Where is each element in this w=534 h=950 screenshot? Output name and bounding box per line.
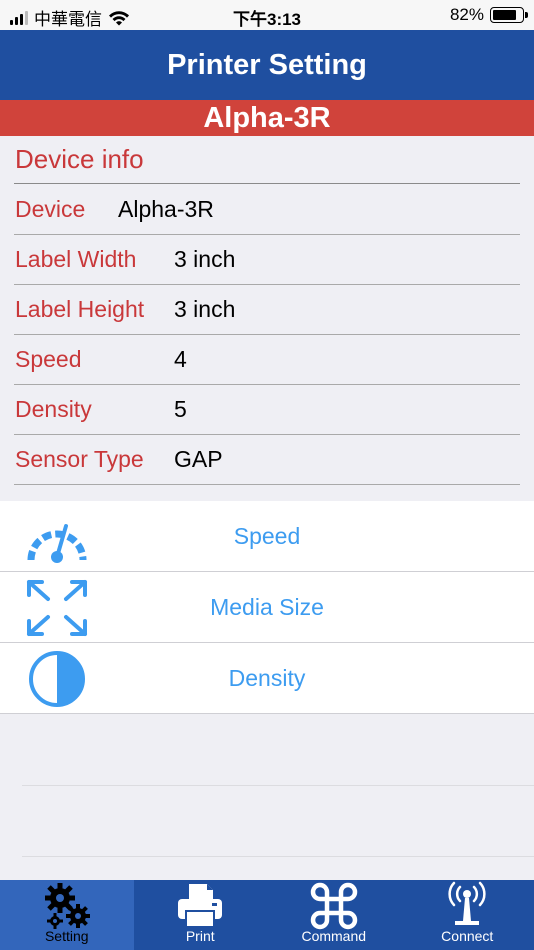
menu-item-media-size[interactable]: Media Size (0, 572, 534, 643)
menu-item-label: Media Size (210, 594, 324, 620)
info-row-sensor-type: Sensor Type GAP (14, 435, 520, 485)
info-label: Speed (15, 346, 82, 372)
model-name: Alpha-3R (203, 101, 331, 134)
tab-label: Command (301, 928, 367, 944)
settings-menu: Speed Media Size Density (0, 501, 534, 714)
battery-icon (490, 7, 528, 23)
status-right: 82% (449, 5, 528, 25)
menu-item-label: Density (228, 665, 306, 691)
info-row-device: Device Alpha-3R (14, 185, 520, 235)
info-row-label-height: Label Height 3 inch (14, 285, 520, 335)
info-value: Alpha-3R (118, 196, 214, 222)
tab-label: Connect (441, 928, 494, 944)
info-label: Device (15, 196, 86, 222)
info-value: 5 (174, 396, 187, 422)
command-key-icon (310, 882, 357, 930)
divider (14, 183, 520, 184)
status-bar: 中華電信 下午3:13 82% (0, 0, 534, 30)
battery-percent: 82% (449, 5, 484, 24)
info-label: Sensor Type (15, 446, 144, 472)
info-row-label-width: Label Width 3 inch (14, 235, 520, 285)
antenna-icon (448, 881, 486, 925)
battery-fill (493, 10, 516, 20)
tab-label: Print (185, 928, 215, 944)
info-row-density: Density 5 (14, 385, 520, 435)
menu-item-label: Speed (233, 523, 301, 549)
tab-print[interactable]: Print (134, 880, 268, 950)
model-banner: Alpha-3R (0, 100, 534, 136)
tab-command[interactable]: Command (267, 880, 401, 950)
divider (22, 856, 534, 857)
divider (22, 785, 534, 786)
info-label: Density (15, 396, 92, 422)
info-row-speed: Speed 4 (14, 335, 520, 385)
page-title: Printer Setting (167, 48, 367, 81)
printer-icon (178, 884, 223, 928)
device-info-title: Device info (15, 144, 144, 174)
info-label: Label Width (15, 246, 137, 272)
nav-bar: Printer Setting (0, 30, 534, 100)
tab-bar: Setting Print Command Connect (0, 880, 534, 950)
tab-connect[interactable]: Connect (401, 880, 534, 950)
menu-item-density[interactable]: Density (0, 643, 534, 714)
info-value: 3 inch (174, 296, 236, 322)
info-value: GAP (174, 446, 223, 472)
menu-item-speed[interactable]: Speed (0, 501, 534, 572)
info-label: Label Height (15, 296, 145, 322)
tab-setting[interactable]: Setting (0, 880, 134, 950)
device-info-section: Device info Device Alpha-3R Label Width … (0, 136, 534, 486)
info-value: 4 (174, 346, 187, 372)
tab-label: Setting (44, 928, 89, 944)
info-value: 3 inch (174, 246, 236, 272)
gears-icon (44, 883, 90, 929)
